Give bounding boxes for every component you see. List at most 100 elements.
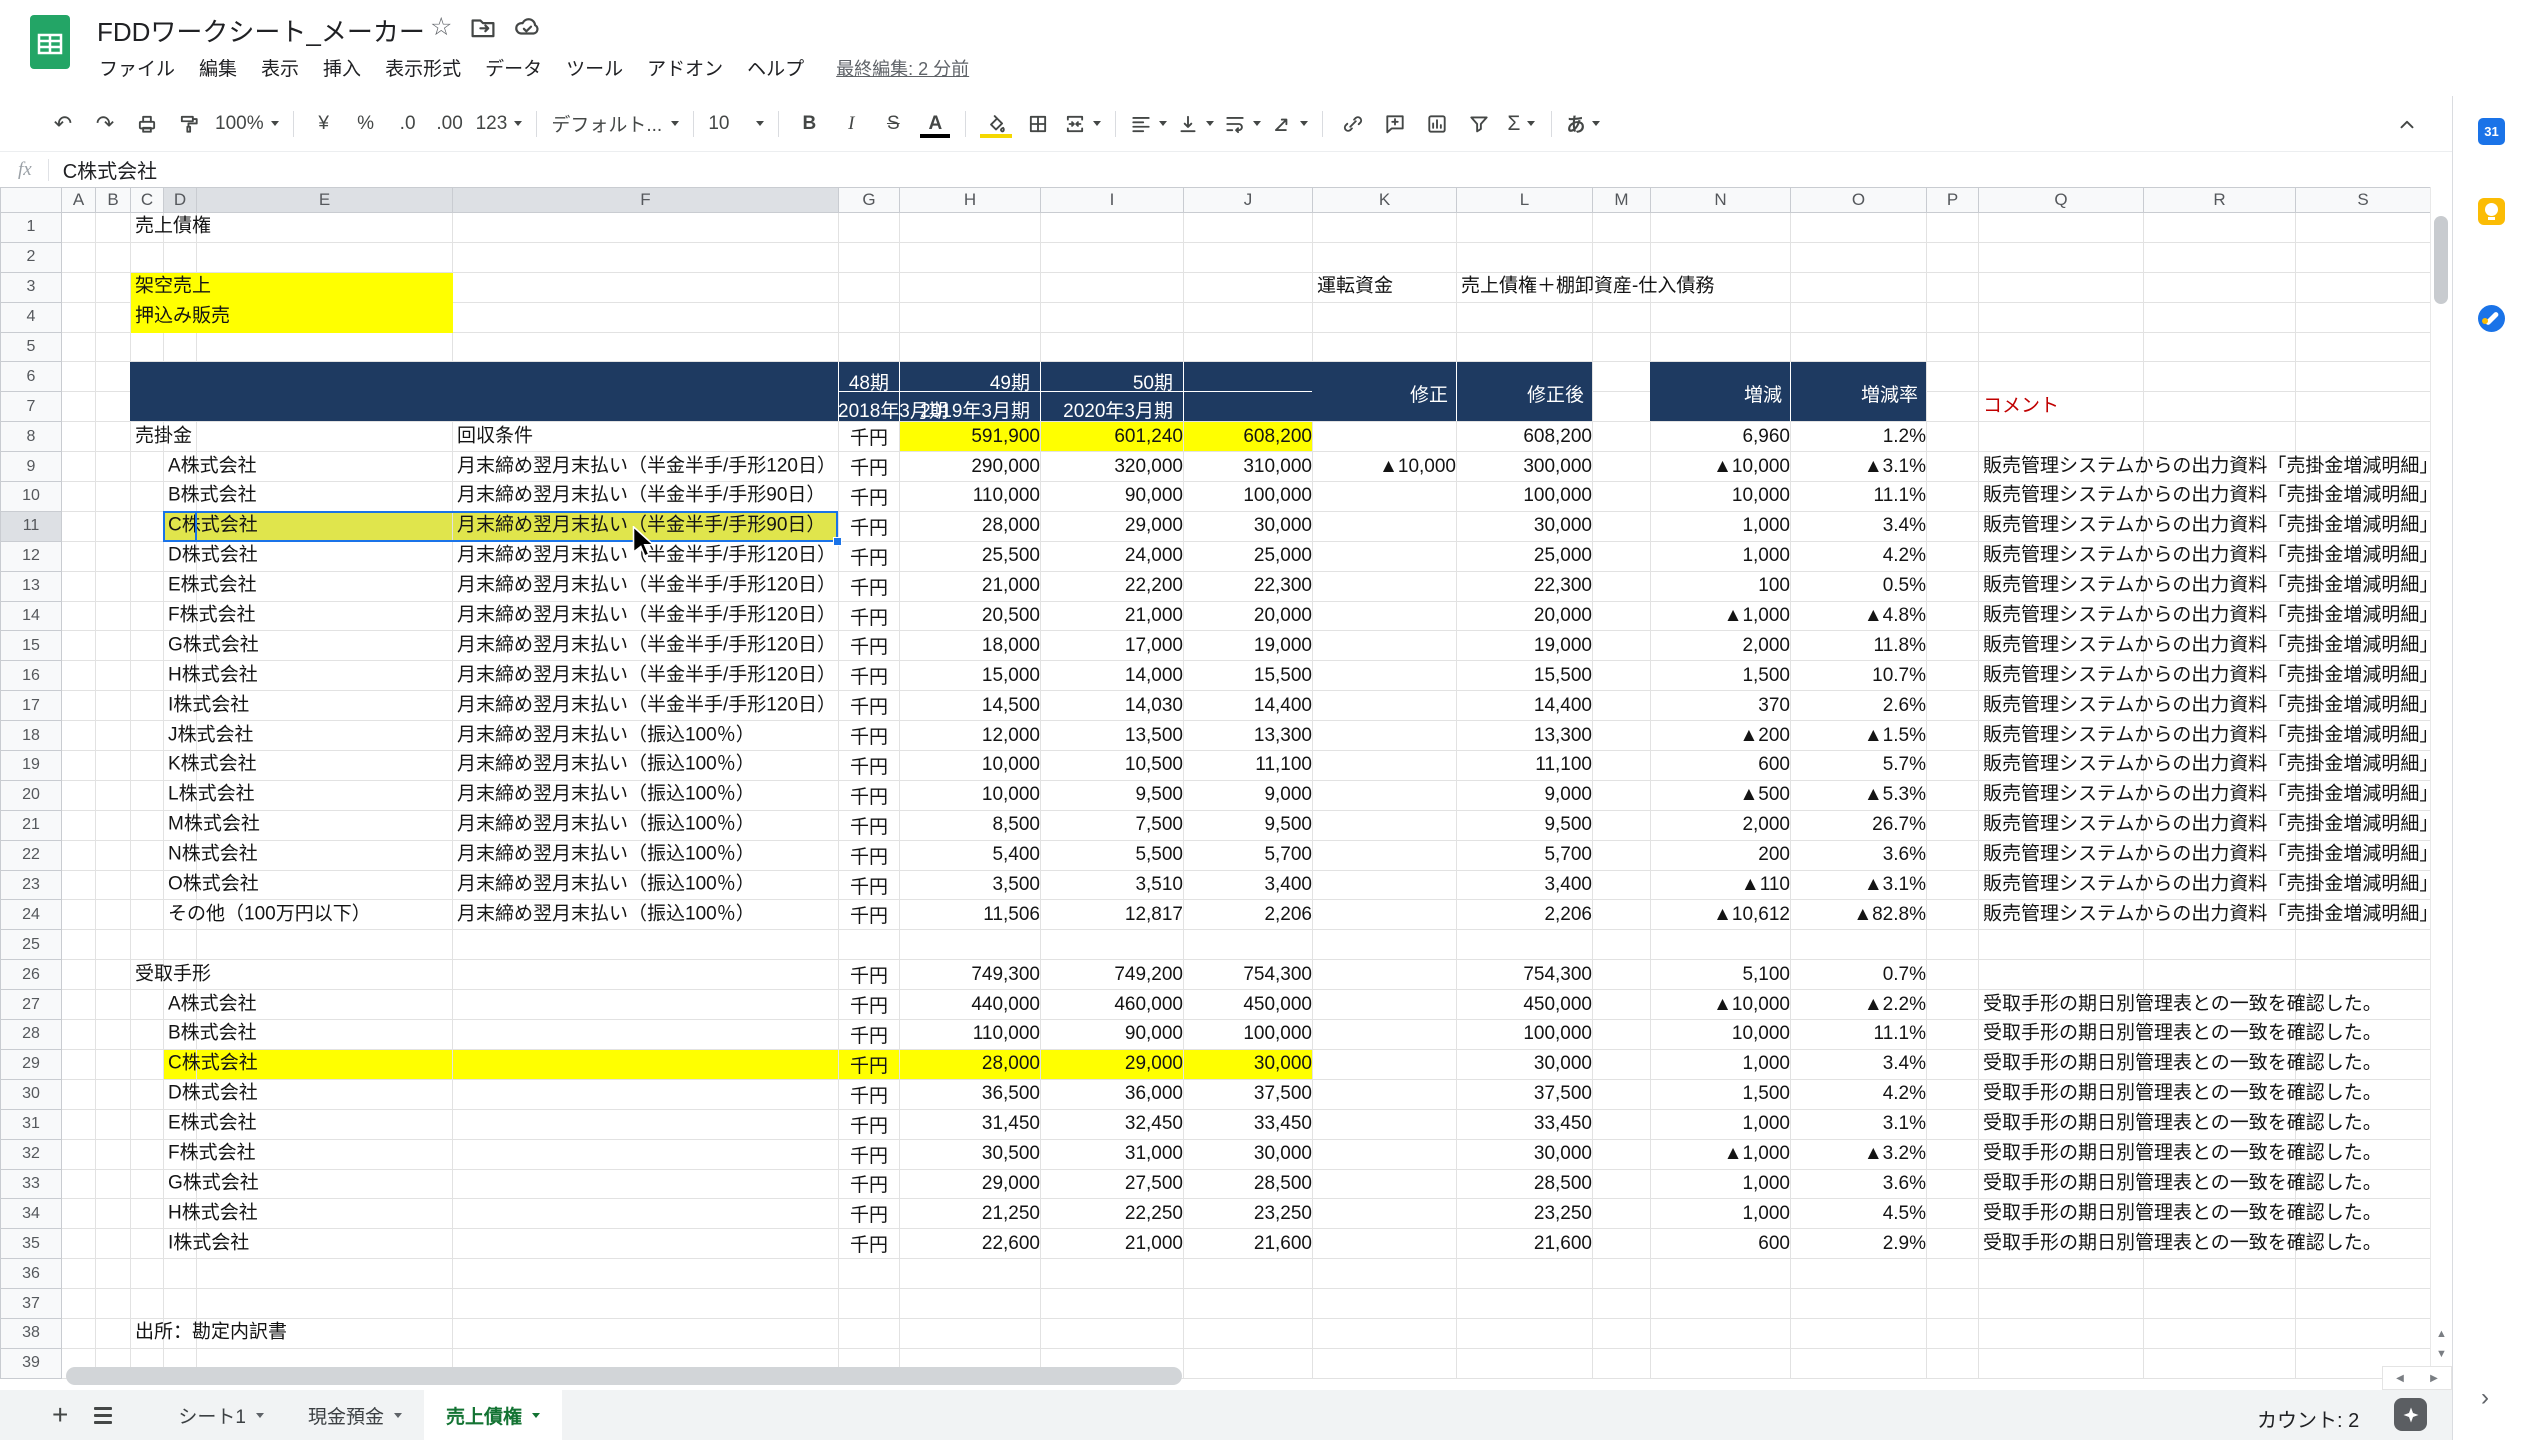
cell[interactable] (839, 302, 900, 332)
cell[interactable] (1651, 1348, 1791, 1378)
cell[interactable] (96, 1020, 131, 1050)
cell[interactable]: 14,030 (1041, 691, 1184, 721)
cell[interactable] (1041, 930, 1184, 960)
cell[interactable] (1979, 272, 2144, 302)
cell[interactable] (1041, 213, 1184, 243)
cell[interactable]: 受取手形の期日別管理表との一致を確認した。 (1979, 1049, 2144, 1079)
cell[interactable]: 5,400 (900, 840, 1041, 870)
row-header-6[interactable]: 6 (1, 362, 62, 392)
cell[interactable]: 11,100 (1184, 751, 1313, 781)
cell[interactable] (1979, 213, 2144, 243)
fill-handle[interactable] (833, 537, 842, 546)
cell[interactable]: 9,500 (1184, 810, 1313, 840)
cell[interactable]: 5,500 (1041, 840, 1184, 870)
cell[interactable] (1313, 1139, 1457, 1169)
cell[interactable] (62, 571, 96, 601)
cell[interactable]: 7,500 (1041, 810, 1184, 840)
cell[interactable] (131, 1049, 164, 1079)
cell[interactable] (1927, 751, 1979, 781)
vertical-align-button[interactable] (1172, 105, 1219, 143)
cell[interactable] (2296, 272, 2431, 302)
cell[interactable] (62, 840, 96, 870)
cell[interactable] (1593, 242, 1651, 272)
cell[interactable] (131, 930, 164, 960)
cell[interactable]: 290,000 (900, 452, 1041, 482)
cell[interactable] (2296, 332, 2431, 362)
cell[interactable]: ▲1,000 (1651, 1139, 1791, 1169)
cell[interactable] (1593, 302, 1651, 332)
column-header-H[interactable]: H (900, 188, 1041, 213)
column-header-S[interactable]: S (2296, 188, 2431, 213)
format-percent-button[interactable]: % (345, 105, 387, 143)
move-to-folder-icon[interactable] (470, 14, 496, 40)
row-header-3[interactable]: 3 (1, 272, 62, 302)
cell[interactable]: 受取手形 (131, 960, 164, 990)
cell[interactable]: 31,000 (1041, 1139, 1184, 1169)
cell[interactable]: 450,000 (1457, 990, 1593, 1020)
cell[interactable] (1593, 900, 1651, 930)
cell[interactable] (1927, 392, 1979, 422)
text-wrap-button[interactable] (1219, 105, 1266, 143)
cell[interactable] (1593, 1229, 1651, 1259)
cell[interactable] (131, 780, 164, 810)
cell[interactable] (96, 780, 131, 810)
cell[interactable] (2144, 1289, 2296, 1319)
cell[interactable]: 601,240 (1041, 422, 1184, 452)
cell[interactable] (131, 1229, 164, 1259)
cell[interactable] (453, 960, 839, 990)
last-edit-link[interactable]: 最終編集: 2 分前 (836, 55, 969, 81)
cell[interactable] (839, 930, 900, 960)
cell[interactable] (1979, 242, 2144, 272)
cell[interactable] (131, 511, 164, 541)
cell[interactable] (1791, 1318, 1927, 1348)
cell[interactable]: 37,500 (1184, 1079, 1313, 1109)
cell[interactable] (62, 422, 96, 452)
cell[interactable]: 100,000 (1457, 482, 1593, 512)
cell[interactable] (1651, 242, 1791, 272)
cell[interactable]: ▲3.2% (1791, 1139, 1927, 1169)
cell[interactable]: 19,000 (1457, 631, 1593, 661)
cell[interactable] (2144, 272, 2296, 302)
cell[interactable]: J株式会社 (164, 721, 197, 751)
cell[interactable] (62, 1199, 96, 1229)
cell[interactable] (62, 1109, 96, 1139)
cell[interactable] (1313, 1318, 1457, 1348)
cell[interactable] (131, 242, 164, 272)
cell[interactable] (1927, 213, 1979, 243)
cell[interactable] (900, 1318, 1041, 1348)
cell[interactable]: 10,000 (900, 751, 1041, 781)
cell[interactable] (96, 213, 131, 243)
cell[interactable]: 千円 (839, 780, 900, 810)
cell[interactable] (131, 900, 164, 930)
cell[interactable]: 28,000 (900, 511, 1041, 541)
cell[interactable] (1927, 511, 1979, 541)
cell[interactable]: 30,000 (1457, 511, 1593, 541)
cell[interactable] (453, 1199, 839, 1229)
cell[interactable]: 千円 (839, 1049, 900, 1079)
cell[interactable]: 8,500 (900, 810, 1041, 840)
cell[interactable]: 90,000 (1041, 1020, 1184, 1050)
cell[interactable] (453, 1109, 839, 1139)
cell[interactable]: 千円 (839, 1199, 900, 1229)
cell[interactable] (453, 1139, 839, 1169)
cell[interactable]: 22,600 (900, 1229, 1041, 1259)
cell[interactable]: 販売管理システムからの出力資料「売掛金増減明細」 (1979, 810, 2144, 840)
cell[interactable] (62, 482, 96, 512)
row-header-7[interactable]: 7 (1, 392, 62, 422)
cell[interactable] (62, 511, 96, 541)
cell[interactable] (2144, 1318, 2296, 1348)
cell[interactable]: 月末締め翌月末払い（振込100％） (453, 810, 839, 840)
cell[interactable]: 29,000 (1041, 511, 1184, 541)
cell[interactable] (1927, 780, 1979, 810)
cell[interactable]: 2,206 (1184, 900, 1313, 930)
cell[interactable] (2296, 960, 2431, 990)
decrease-decimal-button[interactable]: .0 (387, 105, 429, 143)
cell[interactable] (900, 213, 1041, 243)
cell[interactable] (1313, 1020, 1457, 1050)
row-header-15[interactable]: 15 (1, 631, 62, 661)
cell[interactable] (96, 1049, 131, 1079)
cell[interactable] (1457, 1318, 1593, 1348)
cell[interactable] (1313, 213, 1457, 243)
table-header-band[interactable]: 48期2018年3月期49期2019年3月期50期2020年3月期 (130, 362, 1312, 422)
cell[interactable]: 11.1% (1791, 1020, 1927, 1050)
